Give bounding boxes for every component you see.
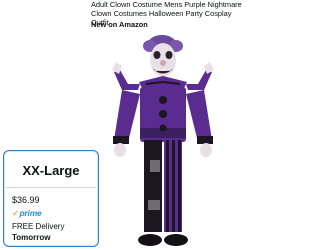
prime-badge: ✓prime [12, 208, 42, 219]
new-on-amazon-badge: New on Amazon [91, 20, 148, 29]
delivery-label: FREE Delivery [12, 222, 65, 231]
clown-costume-illustration [112, 35, 214, 246]
size-label: XX-Large [22, 163, 80, 178]
delivery-date: Tomorrow [12, 233, 51, 242]
prime-check-icon: ✓ [12, 208, 19, 218]
card-divider [6, 187, 96, 188]
prime-label: prime [19, 208, 42, 218]
price: $36.99 [12, 195, 40, 205]
product-image[interactable] [104, 32, 234, 250]
size-option-card[interactable]: XX-Large $36.99 ✓prime FREE Delivery Tom… [3, 150, 99, 247]
